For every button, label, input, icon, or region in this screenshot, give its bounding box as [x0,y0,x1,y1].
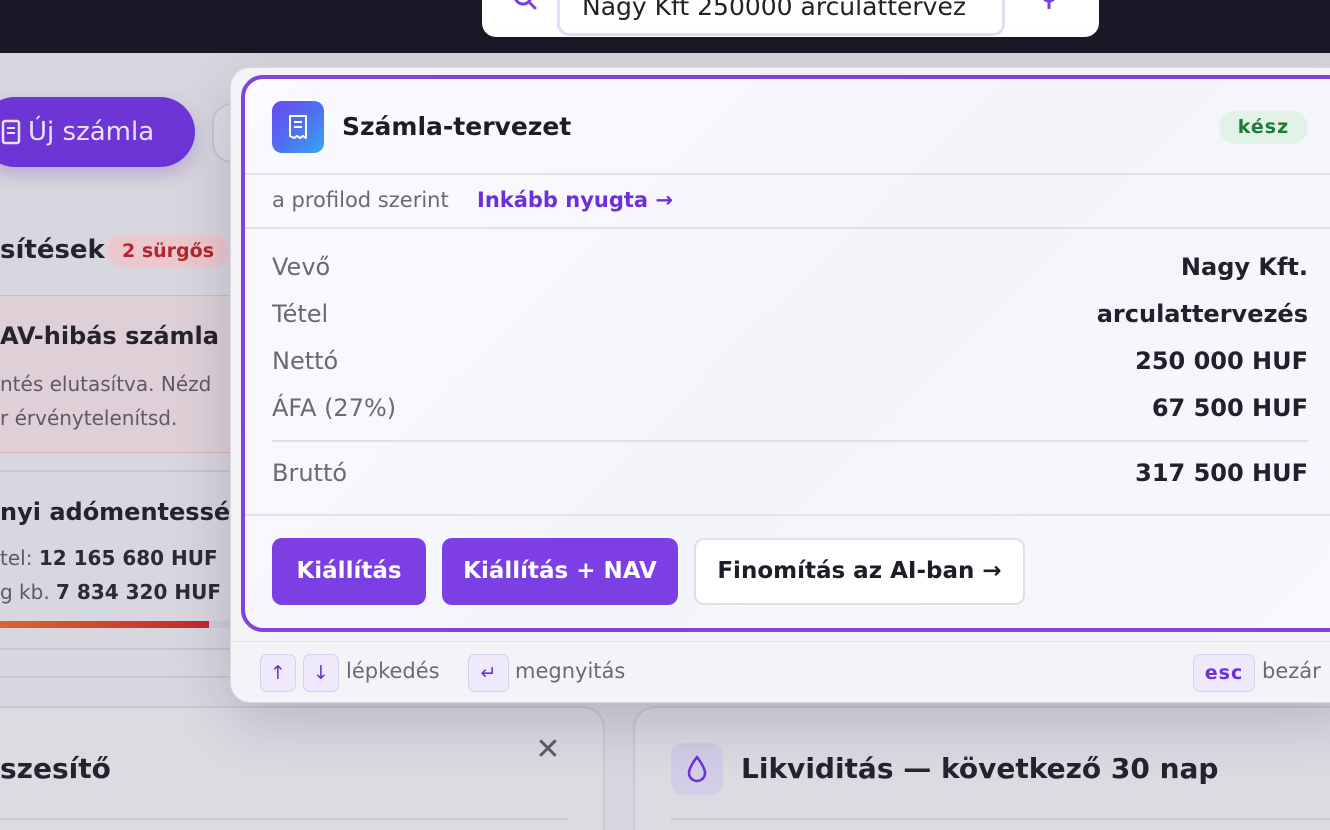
esc-key: esc [1193,654,1255,692]
divider [245,514,1330,516]
divider [0,818,568,820]
item-value: arculattervezés [1096,300,1308,328]
vat-label: ÁFA (27%) [272,394,397,422]
notifications-title: sítések [0,235,105,265]
nav-error-title: AV-hibás számla [0,322,219,350]
profile-note: a profilod szerint [272,188,449,212]
summary-panel-title: szesítő [0,752,111,785]
divider [0,676,240,678]
divider [272,440,1308,442]
nav-error-description-2: r érvénytelenítsd. [0,406,178,430]
new-invoice-label: Új számla [28,117,155,147]
buyer-label: Vevő [272,253,331,281]
tax-exemption-line-1: tel: 12 165 680 HUF [0,546,218,570]
arrow-up-key: ↑ [260,654,296,692]
close-icon[interactable]: ✕ [534,735,562,765]
navigate-hint: lépkedés [346,659,440,683]
nav-error-description: ntés elutasítva. Nézd [0,372,212,396]
urgent-badge: 2 sürgős [107,235,230,267]
open-hint: megnyitás [515,659,626,683]
enter-key: ↵ [468,654,509,692]
net-label: Nettó [272,347,339,375]
divider [671,818,1330,820]
status-badge: kész [1219,111,1308,144]
liquidity-panel-title: Likviditás — következő 30 nap [741,752,1219,785]
search-input[interactable]: Nagy Kft 250000 arculattervez [557,0,1005,36]
issue-button[interactable]: Kiállítás [272,538,426,605]
gross-label: Bruttó [272,459,348,487]
arrow-down-key: ↓ [303,654,339,692]
net-value: 250 000 HUF [1135,347,1308,375]
draft-title: Számla-tervezet [342,112,572,141]
receipt-icon [1,119,21,145]
buyer-value: Nagy Kft. [1180,253,1308,281]
refine-ai-button[interactable]: Finomítás az AI-ban → [694,538,1025,605]
issue-nav-button[interactable]: Kiállítás + NAV [442,538,678,605]
divider [0,470,240,472]
divider [245,173,1330,175]
tax-exemption-title: nyi adómentesség [0,498,248,526]
divider [245,227,1330,229]
mic-icon[interactable] [1036,0,1062,16]
receipt-icon [289,115,307,139]
close-hint: bezár [1262,659,1321,683]
search-icon[interactable] [512,0,538,14]
tax-exemption-line-2: g kb. 7 834 320 HUF [0,580,221,604]
gross-value: 317 500 HUF [1135,459,1308,487]
new-invoice-button[interactable]: Új számla [0,97,195,167]
receipt-instead-link[interactable]: Inkább nyugta → [477,188,673,212]
divider [231,641,1330,642]
droplet-icon [687,755,707,783]
vat-value: 67 500 HUF [1151,394,1308,422]
tax-progress-fill [0,621,209,628]
item-label: Tétel [272,300,329,328]
divider [0,648,240,650]
